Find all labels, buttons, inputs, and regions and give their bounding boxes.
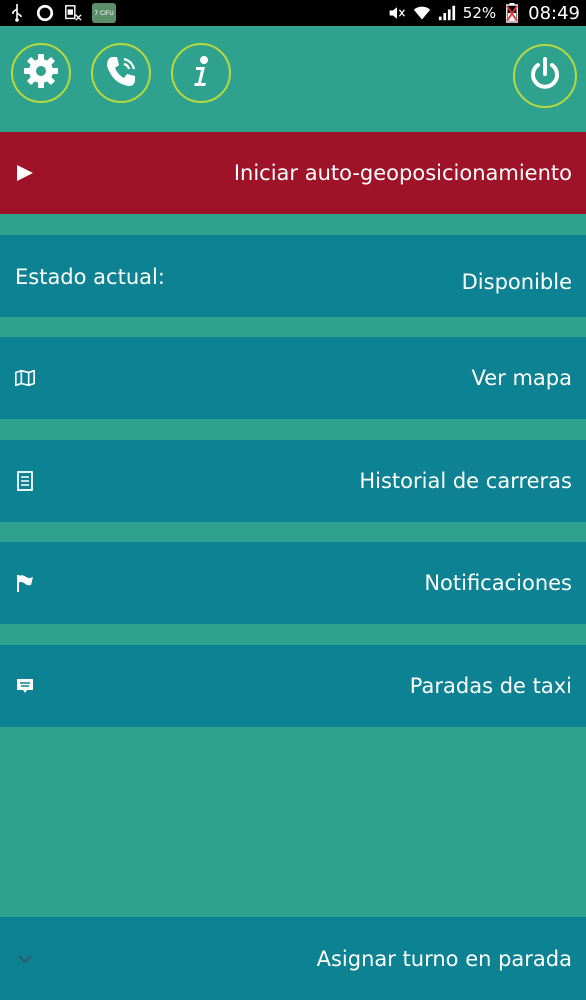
call-button[interactable]	[91, 43, 151, 103]
assign-turn-button[interactable]: Asignar turno en parada	[0, 917, 586, 1000]
mute-icon	[388, 4, 406, 22]
start-geolocation-label: Iniciar auto-geoposicionamiento	[233, 161, 572, 185]
taxi-stands-label: Paradas de taxi	[409, 674, 572, 698]
play-icon	[14, 162, 36, 184]
document-icon	[14, 470, 36, 492]
chevron-down-icon	[14, 948, 36, 970]
view-map-button[interactable]: Ver mapa	[0, 337, 586, 419]
battery-icon	[503, 3, 521, 23]
current-state-value: Disponible	[461, 270, 572, 294]
assign-turn-label: Asignar turno en parada	[316, 946, 572, 971]
circle-notification-icon	[36, 4, 54, 22]
power-button[interactable]	[513, 44, 577, 108]
wifi-icon	[413, 4, 431, 22]
app-notification-badge: 7 CIFU	[92, 3, 116, 23]
status-bar-right: 52% 08:49	[388, 0, 580, 26]
view-map-label: Ver mapa	[471, 366, 573, 390]
power-icon	[525, 54, 565, 98]
battery-percent: 52%	[462, 4, 497, 22]
status-bar: 7 CIFU 52% 08:49	[0, 0, 586, 26]
settings-button[interactable]	[11, 43, 71, 103]
notifications-button[interactable]: Notificaciones	[0, 542, 586, 624]
phone-icon	[101, 51, 141, 95]
sim-card-icon	[64, 4, 82, 22]
current-state-label: Estado actual:	[15, 265, 165, 289]
info-button[interactable]	[171, 43, 231, 103]
flag-icon	[14, 572, 36, 594]
map-icon	[14, 367, 36, 389]
start-geolocation-button[interactable]: Iniciar auto-geoposicionamiento	[0, 132, 586, 214]
status-bar-left: 7 CIFU	[8, 3, 116, 23]
taxi-sign-icon	[14, 675, 36, 697]
info-icon	[181, 51, 221, 95]
clock: 08:49	[528, 2, 580, 24]
ride-history-button[interactable]: Historial de carreras	[0, 440, 586, 522]
notifications-label: Notificaciones	[424, 571, 572, 595]
ride-history-label: Historial de carreras	[359, 469, 572, 493]
top-toolbar	[0, 26, 586, 132]
gear-icon	[21, 51, 61, 95]
app-notification-badge-text: 7 CIFU	[94, 9, 114, 17]
taxi-stands-button[interactable]: Paradas de taxi	[0, 645, 586, 727]
current-state-row[interactable]: Estado actual: Disponible	[0, 235, 586, 317]
signal-icon	[438, 4, 456, 22]
usb-icon	[8, 4, 26, 22]
